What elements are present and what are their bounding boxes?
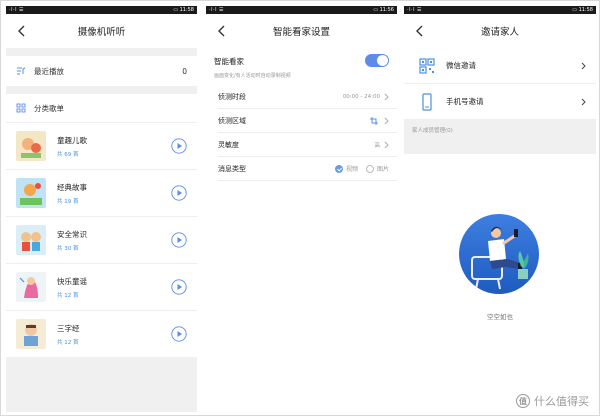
list-item[interactable]: 快乐童谣共 12 首 xyxy=(6,263,197,310)
list-item[interactable]: 童趣儿歌共 69 首 xyxy=(6,122,197,169)
page-title: 智能看家设置 xyxy=(272,27,330,38)
chevron-right-icon xyxy=(581,62,586,69)
back-arrow-icon[interactable] xyxy=(414,24,426,38)
detection-period-label: 侦测时段 xyxy=(218,92,246,101)
play-icon[interactable] xyxy=(171,232,187,248)
category-header: 分类歌单 xyxy=(6,94,197,122)
smart-guard-label: 智能看家 xyxy=(214,57,244,66)
invite-family-screen: ·l·l ☰ ▭ 11:58 邀请家人 微信邀请 手机号邀请 家人成员管理(0) xyxy=(404,6,596,412)
watermark-logo-icon: 值 xyxy=(516,394,530,408)
page-title: 邀请家人 xyxy=(480,27,519,38)
family-members-section: 家人成员管理(0) xyxy=(404,120,596,154)
grid-icon xyxy=(16,103,26,113)
status-right: ▭ 11:58 xyxy=(572,7,593,13)
status-bar: ·l·l ☰ ▭ 11:58 xyxy=(6,6,197,14)
list-item-title: 童趣儿歌 xyxy=(57,135,87,145)
status-left: ·l·l ☰ xyxy=(9,7,25,13)
list-item-count: 共 69 首 xyxy=(57,151,79,158)
phone-invite-label: 手机号邀请 xyxy=(446,97,484,106)
watermark: 值 什么值得买 xyxy=(516,393,589,409)
back-arrow-icon[interactable] xyxy=(16,24,28,38)
chevron-right-icon xyxy=(384,141,389,148)
list-item-title: 快乐童谣 xyxy=(57,276,87,286)
listen-screen: ·l·l ☰ ▭ 11:58 摄像机听听 最近播放 0 分类歌单 童趣儿歌共 6… xyxy=(6,6,197,412)
page-title: 摄像机听听 xyxy=(77,27,126,38)
nav-bar: 智能看家设置 xyxy=(206,14,397,48)
list-item-count: 共 30 首 xyxy=(57,245,79,252)
playlist-cover-image xyxy=(16,272,46,302)
playlist-cover-image xyxy=(16,319,46,349)
phone-icon xyxy=(422,92,432,111)
phone-invite-row[interactable]: 手机号邀请 xyxy=(404,84,596,120)
chevron-right-icon xyxy=(384,117,389,124)
status-bar: ·l·l ☰ ▭ 11:56 xyxy=(206,6,397,14)
play-icon[interactable] xyxy=(171,138,187,154)
detection-area-label: 侦测区域 xyxy=(218,116,246,125)
play-icon[interactable] xyxy=(171,185,187,201)
category-header-label: 分类歌单 xyxy=(34,103,64,113)
recent-played-row[interactable]: 最近播放 0 xyxy=(6,56,197,86)
empty-state-text: 空空如也 xyxy=(487,313,513,321)
sensitivity-value: 高 xyxy=(374,142,380,149)
empty-state-illustration xyxy=(459,214,539,294)
message-type-video-option[interactable]: 视频 xyxy=(334,164,358,173)
sensitivity-label: 灵敏度 xyxy=(218,140,239,149)
wechat-invite-row[interactable]: 微信邀请 xyxy=(404,48,596,84)
smart-guard-settings-screen: ·l·l ☰ ▭ 11:56 智能看家设置 智能看家 画面变化/有人活动时自动录… xyxy=(206,6,397,412)
chevron-right-icon xyxy=(581,98,586,105)
list-item[interactable]: 安全常识共 30 首 xyxy=(6,216,197,263)
list-item[interactable]: 经典故事共 19 首 xyxy=(6,169,197,216)
wechat-invite-label: 微信邀请 xyxy=(446,61,476,70)
video-option-label: 视频 xyxy=(345,166,358,173)
image-option-label: 图片 xyxy=(376,166,389,173)
screenshot-frame: ·l·l ☰ ▭ 11:58 摄像机听听 最近播放 0 分类歌单 童趣儿歌共 6… xyxy=(0,0,600,416)
list-item-title: 经典故事 xyxy=(57,182,87,192)
list-item-title: 安全常识 xyxy=(57,229,87,239)
message-type-row: 消息类型 视频 图片 xyxy=(218,157,397,181)
chevron-right-icon xyxy=(384,93,389,100)
play-icon[interactable] xyxy=(171,326,187,342)
checked-radio-icon xyxy=(334,164,343,173)
detection-period-row[interactable]: 侦测时段 00:00 - 24:00 xyxy=(218,85,397,109)
status-left: ·l·l ☰ xyxy=(209,7,225,13)
status-right: ▭ 11:56 xyxy=(373,7,394,13)
back-arrow-icon[interactable] xyxy=(216,24,228,38)
nav-bar: 摄像机听听 xyxy=(6,14,197,48)
list-item[interactable]: 三字经共 12 首 xyxy=(6,310,197,357)
playlist-cover-image xyxy=(16,178,46,208)
detection-area-row[interactable]: 侦测区域 xyxy=(218,109,397,133)
sensitivity-row[interactable]: 灵敏度 高 xyxy=(218,133,397,157)
list-item-title: 三字经 xyxy=(57,323,80,333)
list-item-count: 共 12 首 xyxy=(57,292,79,299)
list-item-count: 共 12 首 xyxy=(57,339,79,346)
qr-code-icon xyxy=(419,57,435,74)
crop-icon xyxy=(370,116,378,125)
recent-played-count: 0 xyxy=(182,66,187,76)
watermark-text: 什么值得买 xyxy=(534,395,589,408)
message-type-image-option[interactable]: 图片 xyxy=(365,164,389,173)
smart-guard-setting: 智能看家 画面变化/有人活动时自动录制视频 xyxy=(206,48,397,85)
smart-guard-description: 画面变化/有人活动时自动录制视频 xyxy=(214,73,291,79)
detection-period-value: 00:00 - 24:00 xyxy=(342,93,380,100)
smart-guard-toggle[interactable] xyxy=(365,54,389,67)
playlist-cover-image xyxy=(16,131,46,161)
status-bar: ·l·l ☰ ▭ 11:58 xyxy=(404,6,596,14)
nav-bar: 邀请家人 xyxy=(404,14,596,48)
recent-list-icon xyxy=(17,67,26,75)
list-item-count: 共 19 首 xyxy=(57,198,79,205)
recent-played-label: 最近播放 xyxy=(34,66,64,76)
status-right: ▭ 11:58 xyxy=(173,7,194,13)
play-icon[interactable] xyxy=(171,279,187,295)
playlist-cover-image xyxy=(16,225,46,255)
playlist-list: 童趣儿歌共 69 首 经典故事共 19 首 安全常识共 30 首 快乐童谣共 1… xyxy=(6,122,197,357)
radio-icon xyxy=(365,164,374,173)
message-type-label: 消息类型 xyxy=(218,164,246,173)
status-left: ·l·l ☰ xyxy=(407,7,423,13)
